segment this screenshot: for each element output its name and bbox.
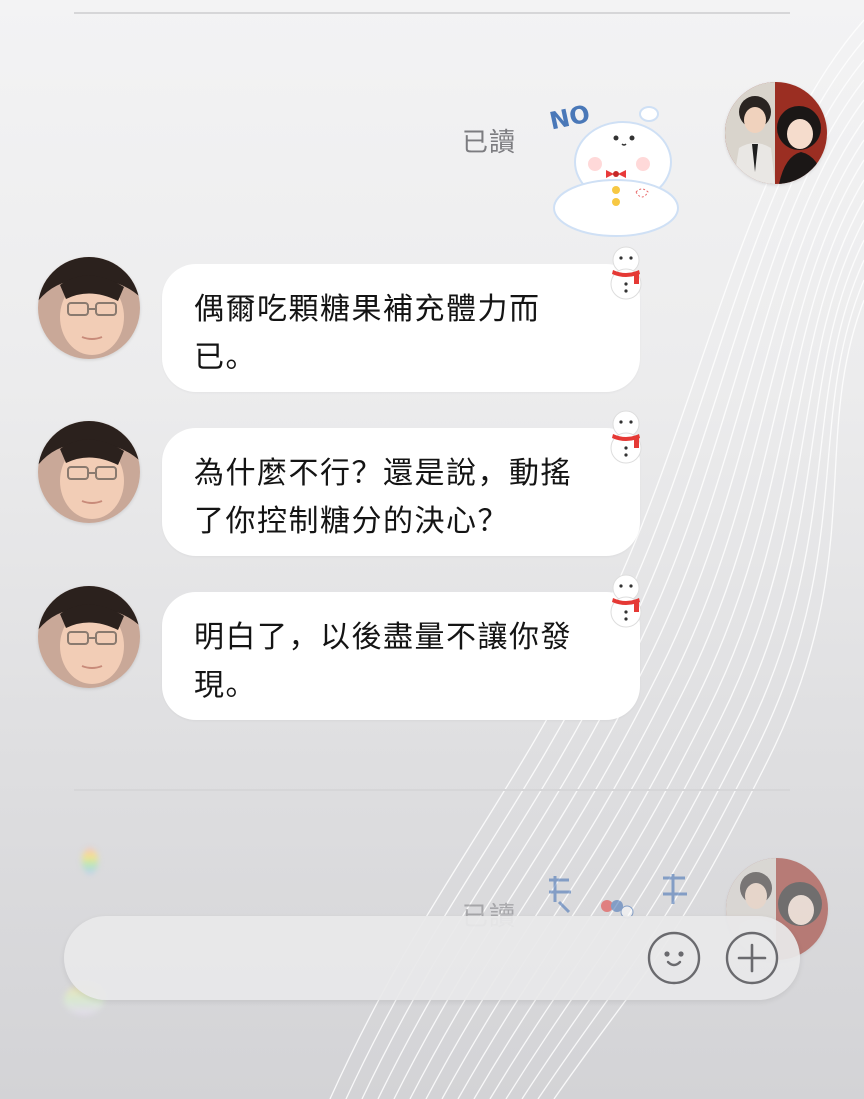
message-bubble[interactable]: 為什麼不行？還是說，動搖了你控制糖分的決心？ <box>162 410 642 556</box>
snowman-icon <box>610 410 642 464</box>
message-text: 偶爾吃顆糖果補充體力而已。 <box>194 292 541 375</box>
message-text: 明白了，以後盡量不讓你發現。 <box>194 620 572 703</box>
section-divider <box>74 789 790 791</box>
contact-avatar[interactable] <box>38 257 140 359</box>
message-text: 為什麼不行？還是說，動搖了你控制糖分的決心？ <box>194 456 572 539</box>
contact-avatar[interactable] <box>38 421 140 523</box>
my-avatar[interactable] <box>725 82 827 184</box>
snowman-no-sticker[interactable]: NO <box>547 100 688 244</box>
snowman-icon <box>610 246 642 300</box>
read-receipt: 已讀 <box>462 128 517 158</box>
sticker-label: NO <box>548 100 593 135</box>
message-input-bar[interactable] <box>64 916 800 1000</box>
message-bubble[interactable]: 偶爾吃顆糖果補充體力而已。 <box>162 246 642 392</box>
lens-glare <box>82 848 98 874</box>
contact-avatar[interactable] <box>38 586 140 688</box>
plus-circle-icon[interactable] <box>724 930 780 986</box>
top-divider <box>74 12 790 14</box>
snowman-icon <box>610 574 642 628</box>
smiley-face-icon[interactable] <box>646 930 702 986</box>
message-bubble[interactable]: 明白了，以後盡量不讓你發現。 <box>162 574 642 720</box>
